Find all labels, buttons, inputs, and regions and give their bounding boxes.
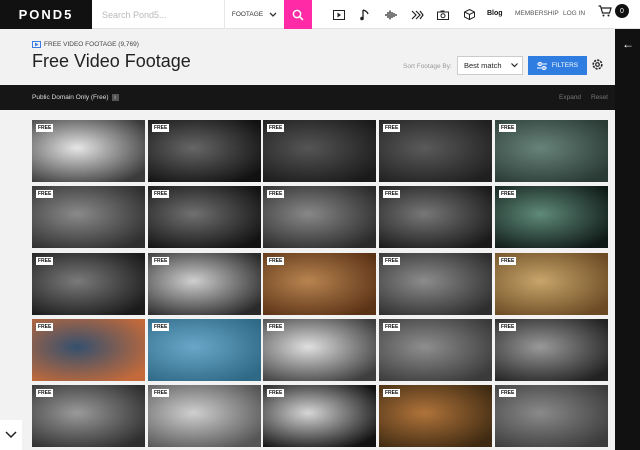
sort-dropdown[interactable]: Best match	[457, 56, 523, 75]
public-domain-filter[interactable]: Public Domain Only (Free) i	[32, 94, 119, 101]
video-thumbnail[interactable]: FREE	[32, 186, 145, 248]
video-thumbnail[interactable]: FREE	[379, 319, 492, 381]
free-badge: FREE	[499, 124, 517, 132]
chevron-down-icon	[269, 12, 277, 17]
video-thumbnail[interactable]: FREE	[263, 186, 376, 248]
arrow-left-icon[interactable]: ←	[622, 37, 634, 51]
video-thumbnail[interactable]: FREE	[32, 319, 145, 381]
cart-icon	[598, 5, 612, 17]
gear-icon[interactable]	[591, 58, 604, 76]
video-thumbnail[interactable]: FREE	[148, 253, 261, 315]
free-badge: FREE	[36, 389, 54, 397]
free-badge: FREE	[383, 190, 401, 198]
free-badge: FREE	[267, 124, 285, 132]
search-type-label: FOOTAGE	[231, 11, 264, 18]
free-badge: FREE	[383, 389, 401, 397]
video-thumbnail[interactable]: FREE	[379, 385, 492, 447]
sort-label: Sort Footage By:	[403, 63, 452, 70]
result-count-label: FREE VIDEO FOOTAGE (9,769)	[44, 41, 139, 48]
search-type-dropdown[interactable]: FOOTAGE	[224, 0, 284, 29]
nav-login-link[interactable]: LOG IN	[563, 10, 585, 17]
reset-link[interactable]: Reset	[591, 94, 608, 101]
video-thumbnail[interactable]: FREE	[379, 186, 492, 248]
video-thumbnail[interactable]: FREE	[379, 253, 492, 315]
music-icon[interactable]	[354, 0, 376, 29]
chevron-down-icon	[5, 431, 17, 439]
active-filters-bar: Public Domain Only (Free) i Expand Reset	[0, 85, 615, 110]
free-badge: FREE	[36, 257, 54, 265]
free-badge: FREE	[499, 257, 517, 265]
search-input[interactable]: Search Pond5...	[92, 0, 224, 29]
nav-blog-link[interactable]: Blog	[487, 10, 503, 17]
video-thumbnail[interactable]: FREE	[495, 319, 608, 381]
video-thumbnail[interactable]: FREE	[495, 186, 608, 248]
cart-count-badge: 0	[615, 4, 629, 18]
free-badge: FREE	[499, 323, 517, 331]
free-badge: FREE	[36, 124, 54, 132]
video-thumbnail[interactable]: FREE	[148, 120, 261, 182]
video-thumbnail[interactable]: FREE	[495, 253, 608, 315]
side-panel: ←	[615, 29, 640, 450]
pond5-logo[interactable]: POND5	[0, 0, 92, 29]
video-thumbnail[interactable]: FREE	[263, 253, 376, 315]
filters-label: FILTERS	[551, 62, 579, 69]
free-badge: FREE	[267, 257, 285, 265]
free-badge: FREE	[152, 323, 170, 331]
sort-value: Best match	[464, 61, 502, 70]
scroll-down-button[interactable]	[0, 420, 22, 450]
video-thumbnail[interactable]: FREE	[263, 120, 376, 182]
chevron-down-icon	[511, 63, 518, 68]
sliders-icon	[536, 61, 547, 70]
public-domain-label: Public Domain Only (Free)	[32, 94, 109, 101]
video-thumbnail[interactable]: FREE	[379, 120, 492, 182]
video-thumbnail[interactable]: FREE	[32, 385, 145, 447]
free-badge: FREE	[499, 389, 517, 397]
filters-button[interactable]: FILTERS	[528, 56, 587, 75]
media-type-icons	[328, 0, 480, 29]
info-icon[interactable]: i	[111, 94, 119, 101]
play-icon	[32, 41, 41, 48]
page-header: FREE VIDEO FOOTAGE (9,769) Free Video Fo…	[0, 29, 615, 85]
top-navigation-bar: POND5 Search Pond5... FOOTAGE Blog MEMBE…	[0, 0, 640, 29]
free-badge: FREE	[267, 323, 285, 331]
free-badge: FREE	[267, 190, 285, 198]
video-thumbnail[interactable]: FREE	[32, 120, 145, 182]
video-thumbnail[interactable]: FREE	[495, 120, 608, 182]
page-subtitle: FREE VIDEO FOOTAGE (9,769)	[32, 41, 139, 48]
free-badge: FREE	[152, 389, 170, 397]
3d-icon[interactable]	[458, 0, 480, 29]
free-badge: FREE	[152, 257, 170, 265]
free-badge: FREE	[152, 124, 170, 132]
free-badge: FREE	[383, 257, 401, 265]
video-thumbnail[interactable]: FREE	[148, 385, 261, 447]
cart-button[interactable]: 0	[598, 4, 629, 18]
free-badge: FREE	[499, 190, 517, 198]
video-thumbnail[interactable]: FREE	[148, 186, 261, 248]
video-thumbnail[interactable]: FREE	[148, 319, 261, 381]
photos-icon[interactable]	[432, 0, 454, 29]
search-icon	[292, 9, 304, 21]
sound-effects-icon[interactable]	[380, 0, 402, 29]
expand-link[interactable]: Expand	[559, 94, 581, 101]
free-badge: FREE	[383, 323, 401, 331]
video-thumbnail[interactable]: FREE	[32, 253, 145, 315]
after-effects-icon[interactable]	[406, 0, 428, 29]
search-button[interactable]	[284, 0, 312, 29]
free-badge: FREE	[152, 190, 170, 198]
free-badge: FREE	[267, 389, 285, 397]
free-badge: FREE	[383, 124, 401, 132]
nav-membership-link[interactable]: MEMBERSHIP	[515, 10, 559, 17]
video-thumbnail[interactable]: FREE	[263, 385, 376, 447]
free-badge: FREE	[36, 190, 54, 198]
video-thumbnail[interactable]: FREE	[495, 385, 608, 447]
page-title: Free Video Footage	[32, 51, 191, 71]
footage-icon[interactable]	[328, 0, 350, 29]
video-thumbnail[interactable]: FREE	[263, 319, 376, 381]
free-badge: FREE	[36, 323, 54, 331]
